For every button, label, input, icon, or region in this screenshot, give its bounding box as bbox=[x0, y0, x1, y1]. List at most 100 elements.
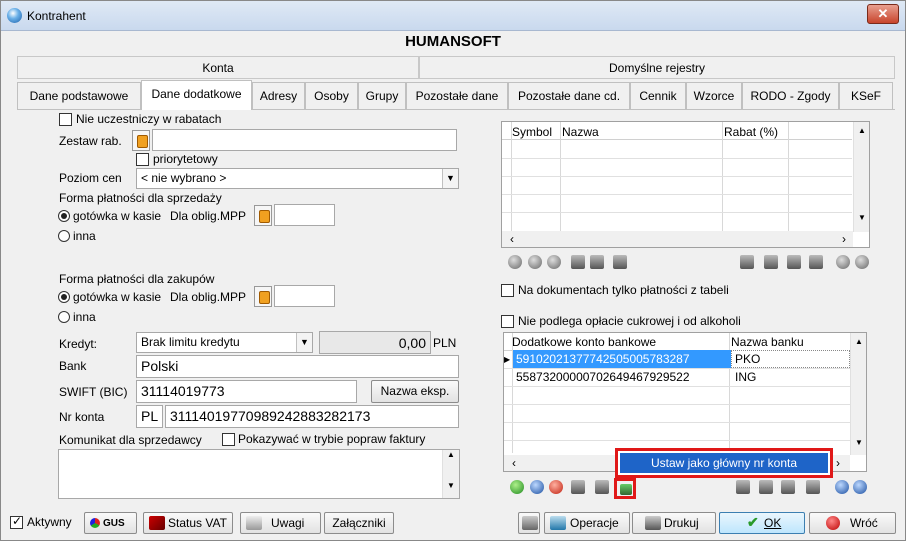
nie-uczestniczy-checkbox[interactable] bbox=[59, 113, 72, 126]
table-row[interactable]: 55873200000702649467929522 ING bbox=[513, 369, 850, 387]
status-vat-button[interactable]: Status VAT bbox=[143, 512, 233, 534]
zestaw-rab-picker-button[interactable] bbox=[132, 130, 150, 151]
tab-cennik[interactable]: Cennik bbox=[630, 82, 686, 109]
drukuj-button[interactable]: Drukuj bbox=[632, 512, 716, 534]
next-icon[interactable] bbox=[855, 255, 869, 269]
tab-pozostale-dane[interactable]: Pozostałe dane bbox=[406, 82, 508, 109]
save-icon[interactable] bbox=[787, 255, 801, 269]
table-row[interactable]: 59102021377742505005783287 PKO bbox=[513, 350, 850, 368]
export-icon[interactable] bbox=[590, 255, 604, 269]
kredyt-select[interactable]: Brak limitu kredytu ▼ bbox=[136, 332, 313, 353]
zakup-gotowka-radio[interactable] bbox=[58, 291, 70, 303]
table-icon[interactable] bbox=[571, 480, 585, 494]
pokazywac-checkbox[interactable] bbox=[222, 433, 235, 446]
col-symbol[interactable]: Symbol bbox=[512, 125, 552, 139]
prev-icon[interactable] bbox=[835, 480, 849, 494]
chevron-down-icon[interactable]: ▼ bbox=[442, 169, 458, 188]
bank-input[interactable]: Polski bbox=[136, 355, 459, 378]
group-tab-domyslne-rejestry[interactable]: Domyślne rejestry bbox=[419, 56, 895, 79]
tab-adresy[interactable]: Adresy bbox=[252, 82, 305, 109]
tree-button[interactable] bbox=[518, 512, 540, 534]
nr-konta-prefix[interactable]: PL bbox=[136, 405, 163, 428]
table-icon[interactable] bbox=[571, 255, 585, 269]
zakup-mpp-input[interactable] bbox=[274, 285, 335, 307]
next-icon[interactable] bbox=[853, 480, 867, 494]
sprzedaz-inna-radio[interactable] bbox=[58, 230, 70, 242]
search-icon[interactable] bbox=[528, 255, 542, 269]
add-icon[interactable] bbox=[510, 480, 524, 494]
ok-button[interactable]: ✔ OK bbox=[719, 512, 805, 534]
scroll-up-icon[interactable]: ▲ bbox=[443, 450, 459, 459]
tab-ksef[interactable]: KSeF bbox=[839, 82, 893, 109]
scroll-up-icon[interactable]: ▲ bbox=[851, 337, 866, 346]
zakup-inna-radio[interactable] bbox=[58, 311, 70, 323]
scroll-left-icon[interactable]: ‹ bbox=[510, 232, 514, 246]
close-button[interactable]: ✕ bbox=[867, 4, 899, 24]
scroll-right-icon[interactable]: › bbox=[836, 456, 840, 470]
remove-icon[interactable] bbox=[549, 480, 563, 494]
zalaczniki-button[interactable]: Załączniki bbox=[324, 512, 394, 534]
tab-dane-podstawowe[interactable]: Dane podstawowe bbox=[17, 82, 141, 109]
print-icon[interactable] bbox=[736, 480, 750, 494]
swift-input[interactable]: 31114019773 bbox=[136, 380, 357, 403]
bank-grid-vscroll[interactable]: ▲ ▼ bbox=[850, 333, 866, 455]
print-icon[interactable] bbox=[740, 255, 754, 269]
uwagi-button[interactable]: Uwagi bbox=[240, 512, 321, 534]
tab-wzorce[interactable]: Wzorce bbox=[686, 82, 742, 109]
col-rabat[interactable]: Rabat (%) bbox=[724, 125, 778, 139]
settings-icon[interactable] bbox=[806, 480, 820, 494]
sprzedaz-mpp-picker-button[interactable] bbox=[254, 205, 272, 226]
nazwa-eksp-button[interactable]: Nazwa eksp. bbox=[371, 380, 459, 403]
komunikat-textarea[interactable] bbox=[58, 449, 460, 499]
copy-icon[interactable] bbox=[759, 480, 773, 494]
zestaw-rab-input[interactable] bbox=[152, 129, 457, 151]
drukuj-label: Drukuj bbox=[664, 516, 699, 530]
na-dokumentach-checkbox[interactable] bbox=[501, 284, 514, 297]
save-icon[interactable] bbox=[781, 480, 795, 494]
gus-button[interactable]: GUS bbox=[84, 512, 137, 534]
tab-osoby[interactable]: Osoby bbox=[305, 82, 358, 109]
komunikat-scrollbar[interactable]: ▲ ▼ bbox=[442, 450, 459, 498]
priorytetowy-checkbox[interactable] bbox=[136, 153, 149, 166]
search-icon[interactable] bbox=[530, 480, 544, 494]
settings-icon[interactable] bbox=[809, 255, 823, 269]
nie-podlega-checkbox[interactable] bbox=[501, 315, 514, 328]
prev-icon[interactable] bbox=[836, 255, 850, 269]
tab-dane-dodatkowe[interactable]: Dane dodatkowe bbox=[141, 80, 252, 110]
kredyt-label: Kredyt: bbox=[59, 337, 98, 351]
chevron-down-icon[interactable]: ▼ bbox=[296, 333, 312, 352]
sprzedaz-gotowka-radio[interactable] bbox=[58, 210, 70, 222]
zakup-mpp-picker-button[interactable] bbox=[254, 286, 272, 307]
poziom-cen-select[interactable]: < nie wybrano > ▼ bbox=[136, 168, 459, 189]
sprzedaz-gotowka-label: gotówka w kasie bbox=[73, 209, 162, 223]
tab-rodo-zgody[interactable]: RODO - Zgody bbox=[742, 82, 839, 109]
rabat-grid-hscroll[interactable]: ‹ › bbox=[502, 231, 853, 247]
group-tab-konta[interactable]: Konta bbox=[17, 56, 419, 79]
forma-sprzedazy-label: Forma płatności dla sprzedaży bbox=[59, 191, 222, 205]
aktywny-checkbox[interactable] bbox=[10, 514, 23, 529]
col-dodatkowe-konto[interactable]: Dodatkowe konto bankowe bbox=[512, 335, 656, 349]
scroll-right-icon[interactable]: › bbox=[842, 232, 846, 246]
col-nazwa-banku[interactable]: Nazwa banku bbox=[731, 335, 804, 349]
col-nazwa[interactable]: Nazwa bbox=[562, 125, 599, 139]
copy-icon[interactable] bbox=[764, 255, 778, 269]
filter-icon[interactable] bbox=[613, 255, 627, 269]
scroll-down-icon[interactable]: ▼ bbox=[443, 481, 459, 490]
set-main-account-menu-item[interactable]: Ustaw jako główny nr konta bbox=[620, 453, 828, 473]
scroll-up-icon[interactable]: ▲ bbox=[854, 126, 869, 135]
scroll-down-icon[interactable]: ▼ bbox=[851, 438, 866, 447]
operacje-button[interactable]: Operacje bbox=[544, 512, 630, 534]
tab-pozostale-dane-cd[interactable]: Pozostałe dane cd. bbox=[508, 82, 630, 109]
kredyt-amount-field[interactable]: 0,00 bbox=[319, 331, 431, 354]
rabat-grid[interactable]: Symbol Nazwa Rabat (%) ▲ ▼ ‹ › bbox=[501, 121, 870, 248]
wroc-button[interactable]: Wróć bbox=[809, 512, 896, 534]
remove-icon[interactable] bbox=[547, 255, 561, 269]
tab-grupy[interactable]: Grupy bbox=[358, 82, 406, 109]
sprzedaz-mpp-input[interactable] bbox=[274, 204, 335, 226]
rabat-grid-vscroll[interactable]: ▲ ▼ bbox=[853, 122, 869, 232]
add-icon[interactable] bbox=[508, 255, 522, 269]
nr-konta-input[interactable]: 31114019770989242883282173 bbox=[165, 405, 459, 428]
filter-icon[interactable] bbox=[595, 480, 609, 494]
scroll-down-icon[interactable]: ▼ bbox=[854, 213, 869, 222]
scroll-left-icon[interactable]: ‹ bbox=[512, 456, 516, 470]
